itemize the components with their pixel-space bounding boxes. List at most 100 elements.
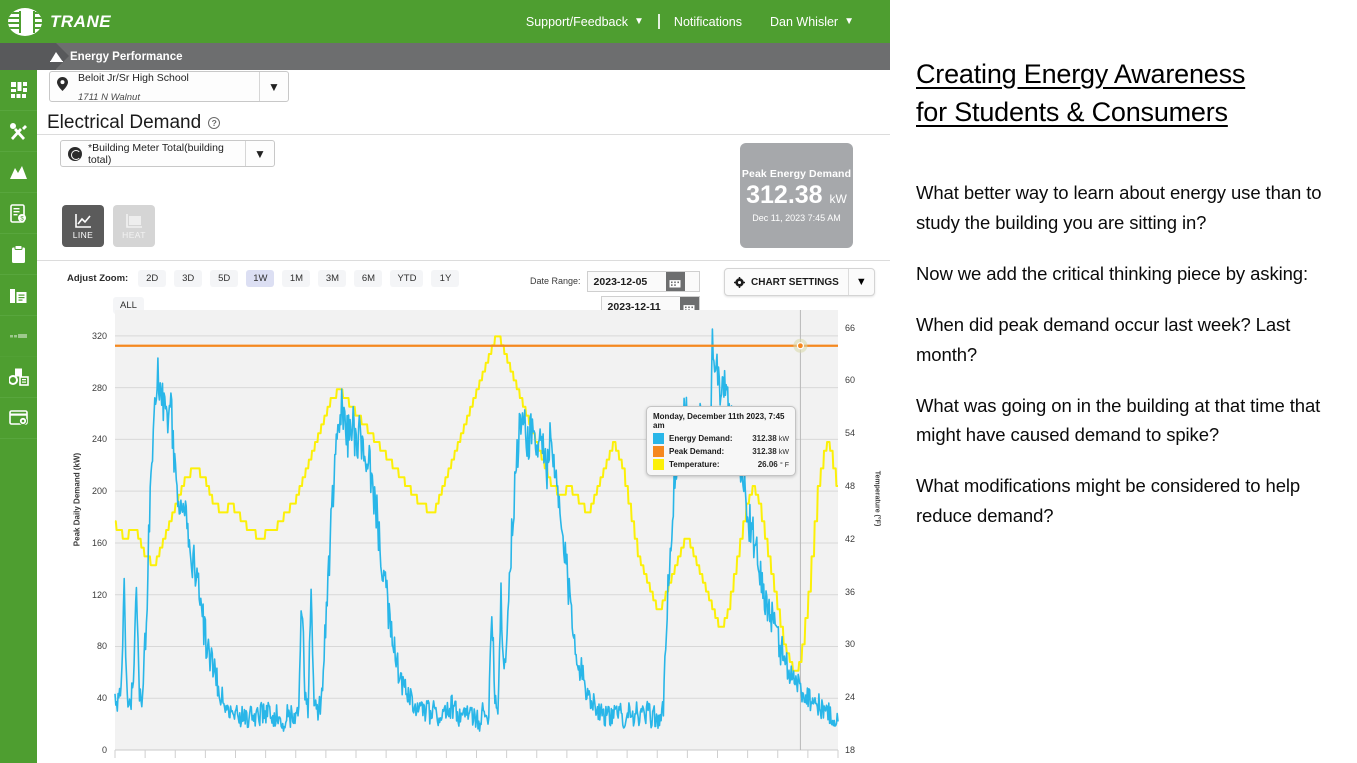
y-axis-left-tick: 160 bbox=[37, 538, 107, 548]
site-address: 1711 N Walnut bbox=[78, 92, 140, 103]
tooltip-energy-demand-number: 312.38 bbox=[752, 434, 776, 443]
y-axis-left-tick: 240 bbox=[37, 434, 107, 444]
y-axis-right-tick: 54 bbox=[845, 428, 885, 438]
meter-icon bbox=[68, 147, 82, 161]
breadcrumb[interactable]: Energy Performance bbox=[50, 43, 183, 70]
tooltip-energy-demand-unit: kW bbox=[779, 436, 789, 443]
slide-title: Creating Energy Awareness for Students &… bbox=[916, 55, 1327, 132]
y-axis-right-tick: 42 bbox=[845, 534, 885, 544]
y-axis-left-tick: 280 bbox=[37, 383, 107, 393]
y-axis-right-tick: 24 bbox=[845, 692, 885, 702]
slide-paragraph-5: What modifications might be considered t… bbox=[916, 471, 1327, 531]
gear-icon bbox=[734, 277, 745, 288]
zoom-option-5d[interactable]: 5D bbox=[210, 270, 238, 287]
date-range-label: Date Range: bbox=[530, 271, 581, 286]
peak-energy-demand-card: Peak Energy Demand 312.38 kW Dec 11, 202… bbox=[740, 143, 853, 248]
settings-document-icon bbox=[9, 368, 29, 386]
sidebar-item-billing[interactable]: $ bbox=[0, 193, 37, 234]
zoom-option-1m[interactable]: 1M bbox=[282, 270, 310, 287]
meter-selector-label: *Building Meter Total(building total) bbox=[82, 142, 245, 166]
tooltip-temperature-label: Temperature: bbox=[669, 460, 720, 469]
line-chart-icon bbox=[75, 213, 92, 228]
trane-app-screenshot: TRANE Support/Feedback ▼ Notifications D… bbox=[0, 0, 890, 763]
divider bbox=[37, 260, 890, 261]
chevron-down-icon[interactable]: ▼ bbox=[245, 141, 274, 166]
page-title-label: Electrical Demand bbox=[47, 112, 201, 134]
site-selector-text: Beloit Jr/Sr High School 1711 N Walnut bbox=[75, 68, 259, 105]
nav-notifications[interactable]: Notifications bbox=[660, 15, 756, 29]
building-report-icon bbox=[9, 287, 28, 304]
clipboard-icon bbox=[11, 245, 26, 264]
chevron-down-icon: ▼ bbox=[844, 17, 854, 27]
zoom-option-1y[interactable]: 1Y bbox=[431, 270, 459, 287]
chart-settings-button[interactable]: CHART SETTINGS bbox=[725, 277, 848, 288]
tooltip-energy-demand-value: 312.38 kW bbox=[752, 434, 789, 443]
y-axis-left-tick: 0 bbox=[37, 745, 107, 755]
tooltip-row-energy-demand: Energy Demand: 312.38 kW bbox=[653, 433, 789, 444]
tooltip-peak-demand-unit: kW bbox=[779, 449, 789, 456]
slide-title-line2: for Students & Consumers bbox=[916, 97, 1228, 127]
y-axis-right-tick: 48 bbox=[845, 481, 885, 491]
location-pin-icon bbox=[57, 77, 75, 96]
meter-selector[interactable]: *Building Meter Total(building total) ▼ bbox=[60, 140, 275, 167]
zoom-option-6m[interactable]: 6M bbox=[354, 270, 382, 287]
chart-icon bbox=[50, 51, 63, 62]
y-axis-right-tick: 60 bbox=[845, 375, 885, 385]
y-axis-left-tick: 80 bbox=[37, 641, 107, 651]
tooltip-temperature-number: 26.06 bbox=[758, 460, 778, 469]
heatmap-icon bbox=[126, 213, 143, 228]
zoom-option-ytd[interactable]: YTD bbox=[390, 270, 423, 287]
faded-icon bbox=[10, 332, 28, 340]
legend-swatch-peak-demand bbox=[653, 446, 664, 457]
nav-divider bbox=[658, 14, 660, 29]
chevron-down-icon: ▼ bbox=[634, 17, 644, 27]
date-range-start-field[interactable]: 2023-12-05 bbox=[587, 271, 700, 292]
zoom-option-1w[interactable]: 1W bbox=[246, 270, 274, 287]
legend-swatch-energy-demand bbox=[653, 433, 664, 444]
site-selector[interactable]: Beloit Jr/Sr High School 1711 N Walnut ▼ bbox=[49, 71, 289, 102]
slide-title-line1: Creating Energy Awareness bbox=[916, 59, 1245, 89]
chevron-down-icon[interactable]: ▼ bbox=[259, 72, 288, 101]
slide-body: What better way to learn about energy us… bbox=[916, 178, 1327, 532]
energy-demand-chart: Peak Daily Demand (kW) Temperature (°F) … bbox=[37, 305, 890, 763]
sidebar-item-card-settings[interactable] bbox=[0, 398, 37, 439]
adjust-zoom-label: Adjust Zoom: bbox=[67, 273, 128, 284]
peak-card-number: 312.38 bbox=[746, 181, 822, 209]
sidebar-item-clipboard[interactable] bbox=[0, 234, 37, 275]
sidebar-item-building-report[interactable] bbox=[0, 275, 37, 316]
slide-paragraph-1: What better way to learn about energy us… bbox=[916, 178, 1327, 238]
y-axis-left-tick: 200 bbox=[37, 486, 107, 496]
sidebar-rail: $ bbox=[0, 70, 37, 763]
chart-canvas bbox=[37, 305, 890, 763]
nav-user-label: Dan Whisler bbox=[770, 15, 838, 29]
nav-user-menu[interactable]: Dan Whisler ▼ bbox=[756, 15, 868, 29]
sidebar-item-faded[interactable] bbox=[0, 316, 37, 357]
sidebar-item-dashboard[interactable] bbox=[0, 70, 37, 111]
trane-logo[interactable]: TRANE bbox=[0, 8, 111, 36]
breadcrumb-home-chevron[interactable] bbox=[0, 43, 56, 70]
chart-tooltip: Monday, December 11th 2023, 7:45 am Ener… bbox=[646, 406, 796, 476]
sidebar-item-tools[interactable] bbox=[0, 111, 37, 152]
nav-support-feedback[interactable]: Support/Feedback ▼ bbox=[512, 15, 658, 29]
y-axis-right-tick: 36 bbox=[845, 587, 885, 597]
chart-type-heat-button[interactable]: HEAT bbox=[113, 205, 155, 247]
sidebar-item-analytics[interactable] bbox=[0, 152, 37, 193]
zoom-option-3m[interactable]: 3M bbox=[318, 270, 346, 287]
chart-type-line-button[interactable]: LINE bbox=[62, 205, 104, 247]
calendar-icon[interactable] bbox=[666, 272, 685, 291]
y-axis-left-tick: 40 bbox=[37, 693, 107, 703]
sidebar-item-settings-document[interactable] bbox=[0, 357, 37, 398]
peak-card-title: Peak Energy Demand bbox=[742, 168, 851, 180]
tooltip-row-peak-demand: Peak Demand: 312.38 kW bbox=[653, 446, 789, 457]
chart-type-line-label: LINE bbox=[73, 230, 94, 240]
brand-label: TRANE bbox=[50, 12, 111, 32]
chevron-down-icon[interactable]: ▼ bbox=[848, 269, 874, 295]
top-header-bar: TRANE Support/Feedback ▼ Notifications D… bbox=[0, 0, 890, 43]
help-icon[interactable]: ? bbox=[208, 117, 220, 129]
screenshot-root: TRANE Support/Feedback ▼ Notifications D… bbox=[0, 0, 1357, 763]
zoom-option-3d[interactable]: 3D bbox=[174, 270, 202, 287]
tooltip-peak-demand-label: Peak Demand: bbox=[669, 447, 724, 456]
tooltip-temperature-value: 26.06 ° F bbox=[758, 460, 789, 469]
zoom-option-2d[interactable]: 2D bbox=[138, 270, 166, 287]
y-axis-left-tick: 120 bbox=[37, 590, 107, 600]
